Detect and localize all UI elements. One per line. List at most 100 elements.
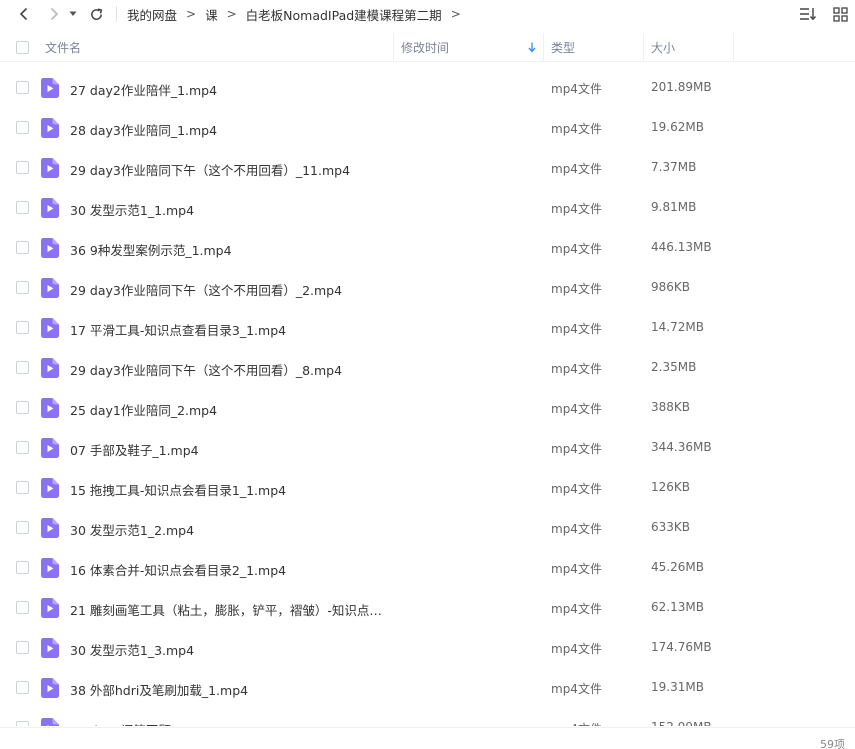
file-row[interactable]: 28 day3作业陪同_1.mp4 mp4文件 19.62MB (0, 108, 855, 148)
sort-list-icon[interactable] (797, 3, 819, 25)
row-checkbox[interactable] (16, 201, 29, 214)
video-file-icon (41, 518, 59, 538)
file-row[interactable]: 36 9种发型案例示范_1.mp4 mp4文件 446.13MB (0, 228, 855, 268)
row-checkbox[interactable] (16, 361, 29, 374)
breadcrumb-separator: > (226, 7, 237, 21)
file-row[interactable]: 25 day1作业陪同_2.mp4 mp4文件 388KB (0, 388, 855, 428)
forward-button[interactable] (42, 2, 66, 26)
file-row[interactable]: 15 拖拽工具-知识点会看目录1_1.mp4 mp4文件 126KB (0, 468, 855, 508)
file-name[interactable]: 30 发型示范1_2.mp4 (70, 520, 194, 539)
column-divider[interactable] (643, 33, 644, 62)
file-size: 45.26MB (651, 560, 704, 574)
row-checkbox[interactable] (16, 241, 29, 254)
file-name[interactable]: 30 发型示范1_3.mp4 (70, 640, 194, 659)
refresh-icon (90, 7, 102, 20)
file-name[interactable]: 29 day3作业陪同下午（这个不用回看）_2.mp4 (70, 280, 342, 299)
file-row[interactable]: 21 雕刻画笔工具（粘土，膨胀，铲平，褶皱）-知识点查... mp4文件 62.13… (0, 588, 855, 628)
file-name[interactable]: 21 雕刻画笔工具（粘土，膨胀，铲平，褶皱）-知识点查... (70, 600, 385, 619)
column-header-name[interactable]: 文件名 (45, 33, 81, 62)
column-header-type[interactable]: 类型 (551, 33, 575, 62)
file-name[interactable]: 25 day1作业陪同_2.mp4 (70, 400, 217, 419)
row-checkbox[interactable] (16, 721, 29, 726)
row-checkbox[interactable] (16, 281, 29, 294)
file-row[interactable]: 17 平滑工具-知识点查看目录3_1.mp4 mp4文件 14.72MB (0, 308, 855, 348)
file-row[interactable]: 16 体素合并-知识点会看目录2_1.mp4 mp4文件 45.26MB (0, 548, 855, 588)
file-name[interactable]: 36 9种发型案例示范_1.mp4 (70, 240, 232, 259)
file-row[interactable]: 30 发型示范1_3.mp4 mp4文件 174.76MB (0, 628, 855, 668)
file-row[interactable]: 29 day3作业陪同下午（这个不用回看）_8.mp4 mp4文件 2.35MB (0, 348, 855, 388)
row-checkbox[interactable] (16, 441, 29, 454)
select-all-cell (16, 33, 29, 62)
row-checkbox[interactable] (16, 681, 29, 694)
file-name[interactable]: 38 外部hdri及笔刷加载_1.mp4 (70, 680, 248, 699)
file-type: mp4文件 (551, 282, 602, 296)
column-divider[interactable] (733, 33, 734, 62)
video-file-icon (41, 78, 59, 98)
refresh-button[interactable] (84, 2, 108, 26)
file-type: mp4文件 (551, 562, 602, 576)
file-size: 19.62MB (651, 120, 704, 134)
back-button[interactable] (12, 2, 36, 26)
file-row[interactable]: 38 外部hdri及笔刷加载_1.mp4 mp4文件 19.31MB (0, 668, 855, 708)
file-name[interactable]: 28 day3作业陪同_1.mp4 (70, 120, 217, 139)
video-file-icon (41, 278, 59, 298)
file-name[interactable]: 29 day3作业陪同下午（这个不用回看）_11.mp4 (70, 160, 350, 179)
file-size: 201.89MB (651, 80, 712, 94)
caret-down-icon (69, 11, 77, 16)
file-size: 174.76MB (651, 640, 712, 654)
row-checkbox[interactable] (16, 521, 29, 534)
breadcrumb-item-course[interactable]: 课 (205, 5, 218, 24)
video-file-icon (41, 398, 59, 418)
file-row[interactable]: 29 day3作业陪同下午（这个不用回看）_11.mp4 mp4文件 7.37MB (0, 148, 855, 188)
file-row[interactable]: 30 发型示范1_2.mp4 mp4文件 633KB (0, 508, 855, 548)
file-row[interactable]: 29 day3作业陪同下午（这个不用回看）_2.mp4 mp4文件 986KB (0, 268, 855, 308)
row-checkbox[interactable] (16, 81, 29, 94)
file-type: mp4文件 (551, 162, 602, 176)
row-checkbox[interactable] (16, 401, 29, 414)
file-row[interactable]: 26 day3问答回顾_1.mp4 mp4文件 152.99MB (0, 708, 855, 726)
row-checkbox[interactable] (16, 641, 29, 654)
file-name[interactable]: 16 体素合并-知识点会看目录2_1.mp4 (70, 560, 286, 579)
file-name[interactable]: 30 发型示范1_1.mp4 (70, 200, 194, 219)
file-name[interactable]: 29 day3作业陪同下午（这个不用回看）_8.mp4 (70, 360, 342, 379)
file-type: mp4文件 (551, 442, 602, 456)
video-file-icon (41, 718, 59, 726)
video-file-icon (41, 118, 59, 138)
file-name[interactable]: 15 拖拽工具-知识点会看目录1_1.mp4 (70, 480, 286, 499)
file-row[interactable]: 27 day2作业陪伴_1.mp4 mp4文件 201.89MB (0, 68, 855, 108)
breadcrumb-item-folder[interactable]: 白老板NomadIPad建模课程第二期 (246, 5, 442, 24)
file-row[interactable]: 07 手部及鞋子_1.mp4 mp4文件 344.36MB (0, 428, 855, 468)
file-row[interactable]: 30 发型示范1_1.mp4 mp4文件 9.81MB (0, 188, 855, 228)
video-file-icon (41, 478, 59, 498)
column-header-size[interactable]: 大小 (651, 33, 675, 62)
file-list: 27 day2作业陪伴_1.mp4 mp4文件 201.89MB 28 day3作业陪… (0, 68, 855, 726)
row-checkbox[interactable] (16, 161, 29, 174)
row-checkbox[interactable] (16, 121, 29, 134)
chevron-left-icon (19, 7, 28, 21)
column-header-modified[interactable]: 修改时间 (401, 33, 541, 62)
file-name[interactable]: 27 day2作业陪伴_1.mp4 (70, 80, 217, 99)
breadcrumb-separator: > (450, 7, 461, 21)
file-type: mp4文件 (551, 122, 602, 136)
status-bar: 59项 (0, 727, 855, 749)
breadcrumb: 我的网盘 > 课 > 白老板NomadIPad建模课程第二期 > (127, 5, 470, 24)
video-file-icon (41, 358, 59, 378)
column-divider[interactable] (393, 33, 394, 62)
file-name[interactable]: 26 day3问答回顾_1.mp4 (70, 720, 217, 726)
history-dropdown-button[interactable] (66, 2, 80, 26)
row-checkbox[interactable] (16, 481, 29, 494)
video-file-icon (41, 158, 59, 178)
file-size: 633KB (651, 520, 691, 534)
column-divider[interactable] (543, 33, 544, 62)
video-file-icon (41, 198, 59, 218)
row-checkbox[interactable] (16, 561, 29, 574)
row-checkbox[interactable] (16, 321, 29, 334)
file-name[interactable]: 07 手部及鞋子_1.mp4 (70, 440, 199, 459)
breadcrumb-item-root[interactable]: 我的网盘 (127, 5, 177, 24)
file-name[interactable]: 17 平滑工具-知识点查看目录3_1.mp4 (70, 320, 286, 339)
toolbar-divider (116, 6, 117, 22)
video-file-icon (41, 678, 59, 698)
select-all-checkbox[interactable] (16, 41, 29, 54)
grid-view-icon[interactable] (829, 3, 851, 25)
row-checkbox[interactable] (16, 601, 29, 614)
